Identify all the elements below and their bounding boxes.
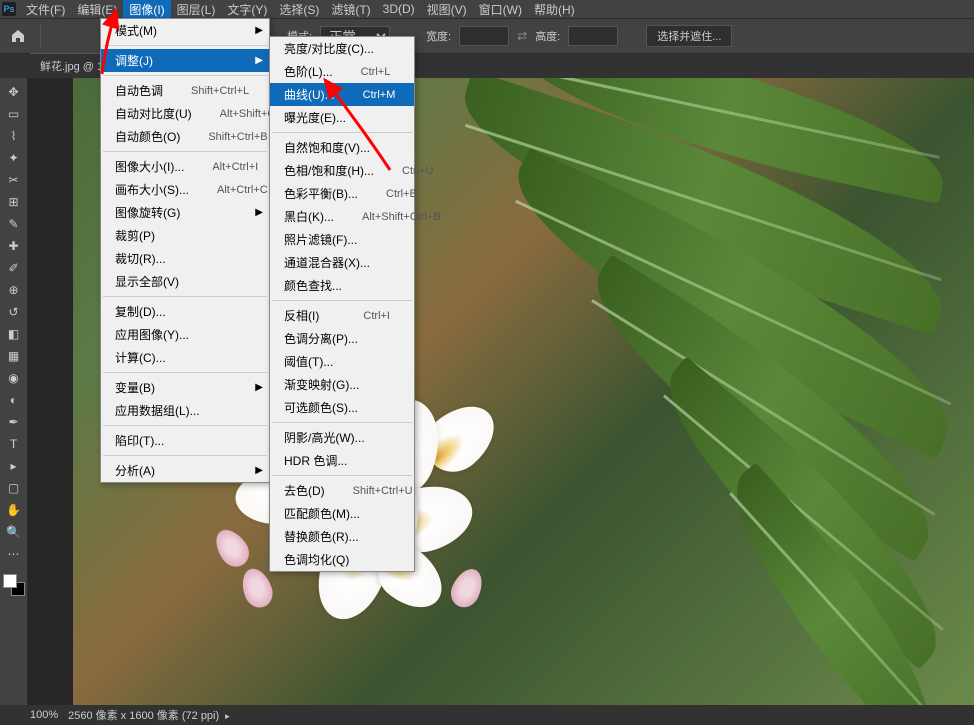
menu-mode[interactable]: 模式(M)▶: [101, 19, 269, 42]
menu-threshold[interactable]: 阈值(T)...: [270, 350, 414, 373]
image-menu-dropdown: 模式(M)▶ 调整(J)▶ 自动色调Shift+Ctrl+L 自动对比度(U)A…: [100, 18, 270, 483]
quick-select-tool-icon[interactable]: ✦: [3, 148, 25, 168]
menu-type[interactable]: 文字(Y): [221, 0, 273, 20]
menu-color-balance[interactable]: 色彩平衡(B)...Ctrl+B: [270, 182, 414, 205]
document-dimensions: 2560 像素 x 1600 像素 (72 ppi): [68, 707, 230, 723]
menu-calculations[interactable]: 计算(C)...: [101, 346, 269, 369]
menu-black-white[interactable]: 黑白(K)...Alt+Shift+Ctrl+B: [270, 205, 414, 228]
menu-trap[interactable]: 陷印(T)...: [101, 429, 269, 452]
type-tool-icon[interactable]: T: [3, 434, 25, 454]
submenu-arrow-icon: ▶: [255, 55, 263, 66]
menu-3d[interactable]: 3D(D): [377, 0, 421, 18]
healing-tool-icon[interactable]: ✚: [3, 236, 25, 256]
width-input[interactable]: [459, 26, 509, 46]
select-and-mask-button[interactable]: 选择并遮住...: [646, 25, 732, 47]
separator: [40, 24, 41, 48]
menu-replace-color[interactable]: 替换颜色(R)...: [270, 525, 414, 548]
submenu-arrow-icon: ▶: [255, 465, 263, 476]
menu-canvas-size[interactable]: 画布大小(S)...Alt+Ctrl+C: [101, 178, 269, 201]
tools-panel: ✥ ▭ ⌇ ✦ ✂ ⊞ ✎ ✚ ✐ ⊕ ↺ ◧ ▦ ◉ ◐ ✒ T ▸ ▢ ✋ …: [0, 78, 28, 705]
edit-toolbar-icon[interactable]: ⋯: [3, 544, 25, 564]
menu-file[interactable]: 文件(F): [20, 0, 71, 20]
menu-selective-color[interactable]: 可选颜色(S)...: [270, 396, 414, 419]
home-icon[interactable]: [4, 22, 32, 50]
menu-crop[interactable]: 裁剪(P): [101, 224, 269, 247]
menu-apply-image[interactable]: 应用图像(Y)...: [101, 323, 269, 346]
menu-equalize[interactable]: 色调均化(Q): [270, 548, 414, 571]
menu-image-size[interactable]: 图像大小(I)...Alt+Ctrl+I: [101, 155, 269, 178]
menu-match-color[interactable]: 匹配颜色(M)...: [270, 502, 414, 525]
width-label: 宽度:: [426, 28, 451, 44]
history-brush-tool-icon[interactable]: ↺: [3, 302, 25, 322]
menu-adjustments[interactable]: 调整(J)▶: [101, 49, 269, 72]
menu-color-lookup[interactable]: 颜色查找...: [270, 274, 414, 297]
menu-view[interactable]: 视图(V): [421, 0, 473, 20]
move-tool-icon[interactable]: ✥: [3, 82, 25, 102]
foreground-color[interactable]: [3, 574, 17, 588]
menu-layer[interactable]: 图层(L): [171, 0, 222, 20]
height-label: 高度:: [535, 28, 560, 44]
gradient-tool-icon[interactable]: ▦: [3, 346, 25, 366]
menu-help[interactable]: 帮助(H): [528, 0, 581, 20]
status-bar: 100% 2560 像素 x 1600 像素 (72 ppi): [0, 705, 974, 725]
menu-exposure[interactable]: 曝光度(E)...: [270, 106, 414, 129]
zoom-level[interactable]: 100%: [30, 709, 58, 721]
menu-filter[interactable]: 滤镜(T): [325, 0, 376, 20]
menu-curves[interactable]: 曲线(U)...Ctrl+M: [270, 83, 414, 106]
menu-variables[interactable]: 变量(B)▶: [101, 376, 269, 399]
menu-image-rotation[interactable]: 图像旋转(G)▶: [101, 201, 269, 224]
menu-analysis[interactable]: 分析(A)▶: [101, 459, 269, 482]
menu-auto-color[interactable]: 自动颜色(O)Shift+Ctrl+B: [101, 125, 269, 148]
path-select-tool-icon[interactable]: ▸: [3, 456, 25, 476]
menu-channel-mixer[interactable]: 通道混合器(X)...: [270, 251, 414, 274]
menu-hdr-toning[interactable]: HDR 色调...: [270, 449, 414, 472]
menu-desaturate[interactable]: 去色(D)Shift+Ctrl+U: [270, 479, 414, 502]
menu-invert[interactable]: 反相(I)Ctrl+I: [270, 304, 414, 327]
menu-trim[interactable]: 裁切(R)...: [101, 247, 269, 270]
ps-logo: Ps: [2, 2, 16, 16]
menu-posterize[interactable]: 色调分离(P)...: [270, 327, 414, 350]
eraser-tool-icon[interactable]: ◧: [3, 324, 25, 344]
adjustments-submenu: 亮度/对比度(C)... 色阶(L)...Ctrl+L 曲线(U)...Ctrl…: [269, 36, 415, 572]
pen-tool-icon[interactable]: ✒: [3, 412, 25, 432]
color-swatches[interactable]: [3, 574, 25, 596]
zoom-tool-icon[interactable]: 🔍: [3, 522, 25, 542]
menu-select[interactable]: 选择(S): [273, 0, 325, 20]
lasso-tool-icon[interactable]: ⌇: [3, 126, 25, 146]
dodge-tool-icon[interactable]: ◐: [3, 390, 25, 410]
menu-duplicate[interactable]: 复制(D)...: [101, 300, 269, 323]
crop-tool-icon[interactable]: ✂: [3, 170, 25, 190]
menu-window[interactable]: 窗口(W): [473, 0, 528, 20]
link-icon[interactable]: ⇄: [517, 29, 527, 43]
menu-shadows-highlights[interactable]: 阴影/高光(W)...: [270, 426, 414, 449]
menu-auto-contrast[interactable]: 自动对比度(U)Alt+Shift+Ctrl+L: [101, 102, 269, 125]
menu-levels[interactable]: 色阶(L)...Ctrl+L: [270, 60, 414, 83]
hand-tool-icon[interactable]: ✋: [3, 500, 25, 520]
submenu-arrow-icon: ▶: [255, 25, 263, 36]
submenu-arrow-icon: ▶: [255, 207, 263, 218]
menu-hue-saturation[interactable]: 色相/饱和度(H)...Ctrl+U: [270, 159, 414, 182]
blur-tool-icon[interactable]: ◉: [3, 368, 25, 388]
menu-reveal-all[interactable]: 显示全部(V): [101, 270, 269, 293]
submenu-arrow-icon: ▶: [255, 382, 263, 393]
eyedropper-tool-icon[interactable]: ✎: [3, 214, 25, 234]
menu-photo-filter[interactable]: 照片滤镜(F)...: [270, 228, 414, 251]
menu-vibrance[interactable]: 自然饱和度(V)...: [270, 136, 414, 159]
menu-edit[interactable]: 编辑(E): [71, 0, 123, 20]
menu-auto-tone[interactable]: 自动色调Shift+Ctrl+L: [101, 79, 269, 102]
stamp-tool-icon[interactable]: ⊕: [3, 280, 25, 300]
menubar: Ps 文件(F) 编辑(E) 图像(I) 图层(L) 文字(Y) 选择(S) 滤…: [0, 0, 974, 18]
menu-brightness-contrast[interactable]: 亮度/对比度(C)...: [270, 37, 414, 60]
brush-tool-icon[interactable]: ✐: [3, 258, 25, 278]
menu-apply-data-set[interactable]: 应用数据组(L)...: [101, 399, 269, 422]
menu-gradient-map[interactable]: 渐变映射(G)...: [270, 373, 414, 396]
height-input[interactable]: [568, 26, 618, 46]
frame-tool-icon[interactable]: ⊞: [3, 192, 25, 212]
marquee-tool-icon[interactable]: ▭: [3, 104, 25, 124]
menu-image[interactable]: 图像(I): [123, 0, 170, 20]
shape-tool-icon[interactable]: ▢: [3, 478, 25, 498]
